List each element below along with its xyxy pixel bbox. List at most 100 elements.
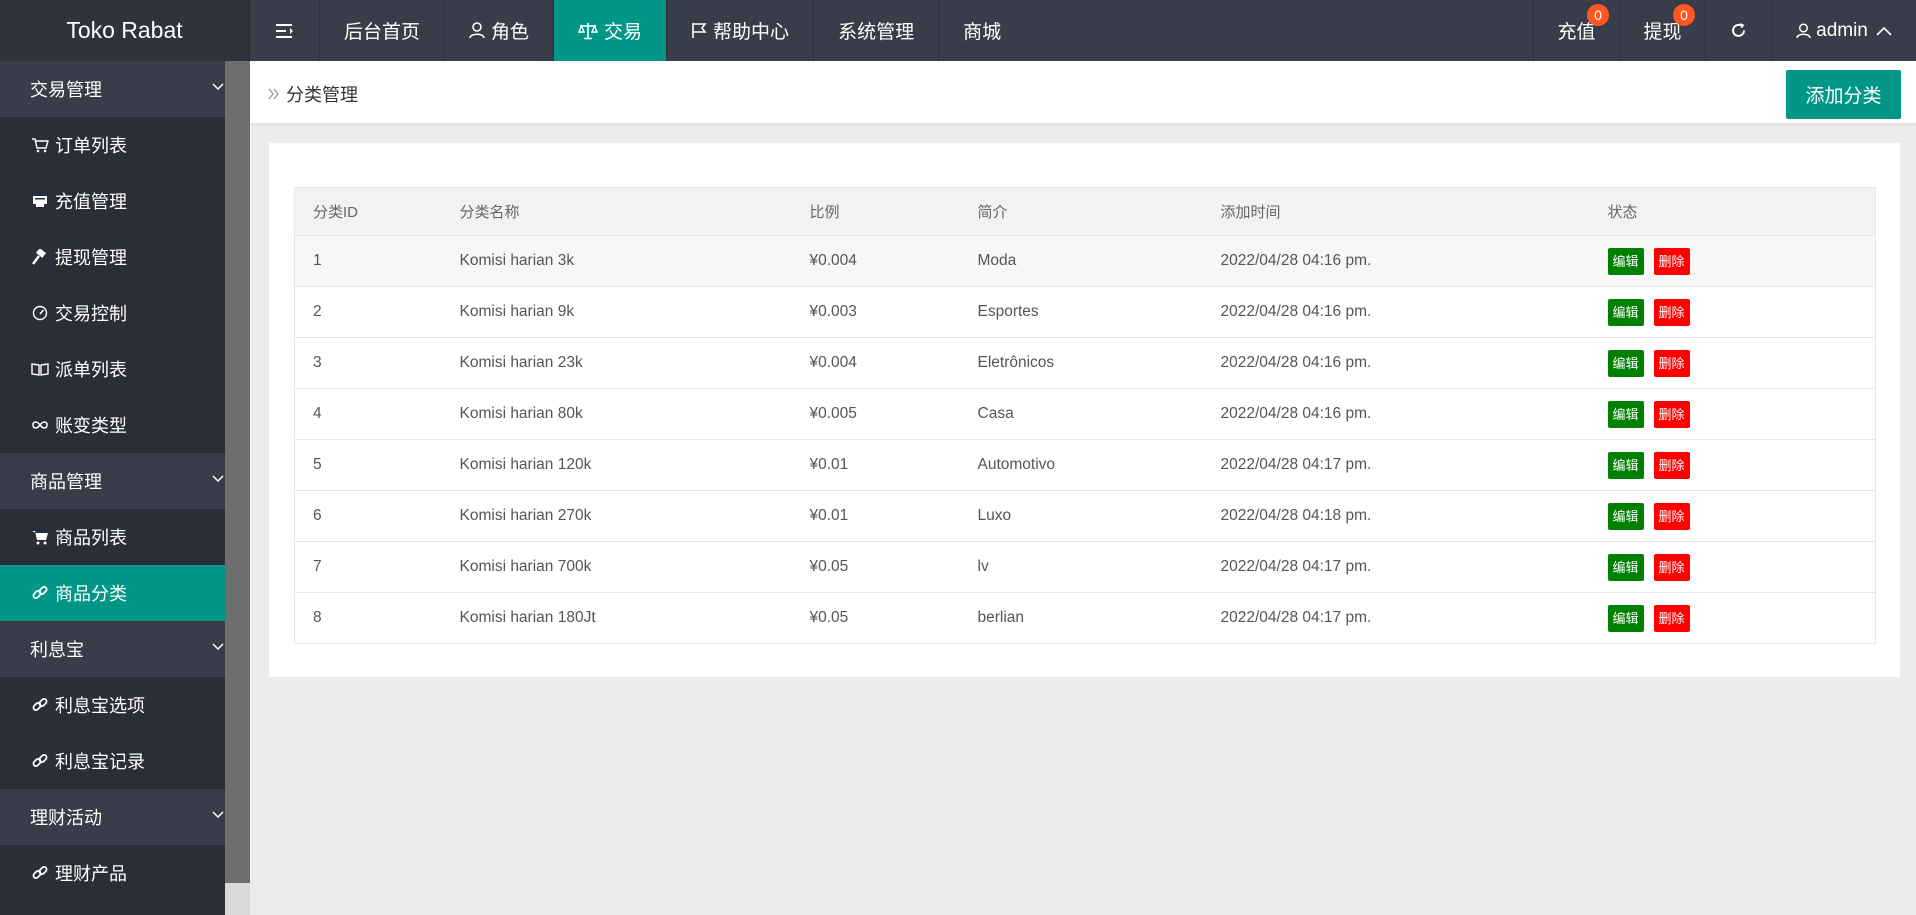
user-menu[interactable]: admin [1771, 0, 1916, 61]
cell-id: 1 [294, 235, 460, 287]
cell-time: 2022/04/28 04:16 pm. [1220, 286, 1608, 338]
table-row: 7 Komisi harian 700k ¥0.05 lv 2022/04/28… [294, 541, 1876, 593]
sidebar-item-label: 理财产品 [55, 864, 127, 884]
cell-ratio: ¥0.004 [809, 235, 978, 287]
cell-id: 5 [294, 439, 460, 491]
delete-button[interactable]: 删除 [1653, 298, 1690, 326]
sidebar-scrollbar-thumb[interactable] [225, 61, 250, 883]
edit-button[interactable]: 编辑 [1607, 553, 1644, 581]
nav-help[interactable]: 帮助中心 [667, 0, 815, 61]
sidebar-item-goods-list[interactable]: 商品列表 [0, 509, 225, 565]
sidebar-item-finance-products[interactable]: 理财产品 [0, 845, 225, 901]
flag-icon [692, 23, 707, 38]
table-header-row: 分类ID 分类名称 比例 简介 添加时间 状态 [294, 187, 1876, 236]
cell-name: Komisi harian 700k [459, 541, 810, 593]
app-logo: Toko Rabat [0, 0, 250, 61]
book-icon [31, 363, 49, 376]
table-row: 2 Komisi harian 9k ¥0.003 Esportes 2022/… [294, 286, 1876, 338]
recharge-link[interactable]: 充值 0 [1533, 0, 1619, 61]
cell-desc: Luxo [977, 490, 1221, 542]
delete-button[interactable]: 删除 [1653, 604, 1690, 632]
withdraw-link[interactable]: 提现 0 [1619, 0, 1705, 61]
nav-home-label: 后台首页 [344, 22, 421, 43]
delete-button[interactable]: 删除 [1653, 553, 1690, 581]
nav-role-label: 角色 [491, 22, 530, 43]
sidebar-item-withdraw[interactable]: 提现管理 [0, 229, 225, 285]
cell-desc: Esportes [977, 286, 1221, 338]
breadcrumb-bar: 分类管理 添加分类 [250, 61, 1916, 123]
cell-id: 4 [294, 388, 460, 440]
cell-ratio: ¥0.01 [809, 439, 978, 491]
sidebar-item-orders[interactable]: 订单列表 [0, 117, 225, 173]
edit-button[interactable]: 编辑 [1607, 349, 1644, 377]
nav-mall-label: 商城 [963, 22, 1002, 43]
scale-icon [578, 22, 599, 39]
sidebar-group-label: 交易管理 [30, 80, 102, 100]
sidebar-item-dispatch[interactable]: 派单列表 [0, 341, 225, 397]
cell-actions: 编辑 删除 [1607, 541, 1876, 593]
sidebar-item-label: 账变类型 [55, 416, 127, 436]
cell-desc: Eletrônicos [977, 337, 1221, 389]
sidebar-group-label: 商品管理 [30, 472, 102, 492]
nav-mall[interactable]: 商城 [939, 0, 1025, 61]
sidebar-group-finance[interactable]: 理财活动 [0, 789, 225, 845]
sidebar-group-goods[interactable]: 商品管理 [0, 453, 225, 509]
sidebar-item-goods-category[interactable]: 商品分类 [0, 565, 225, 621]
sidebar-item-label: 利息宝记录 [55, 752, 145, 772]
sidebar-item-interest-records[interactable]: 利息宝记录 [0, 733, 225, 789]
add-category-button[interactable]: 添加分类 [1786, 70, 1901, 119]
sidebar-item-trade-control[interactable]: 交易控制 [0, 285, 225, 341]
cell-ratio: ¥0.05 [809, 592, 978, 644]
top-right-actions: 充值 0 提现 0 admin [1533, 0, 1916, 61]
sidebar-item-label: 订单列表 [55, 136, 127, 156]
edit-button[interactable]: 编辑 [1607, 247, 1644, 275]
double-chevron-right-icon [268, 88, 279, 100]
delete-button[interactable]: 删除 [1653, 502, 1690, 530]
cell-actions: 编辑 删除 [1607, 286, 1876, 338]
nav-trade[interactable]: 交易 [554, 0, 668, 61]
sidebar-item-label: 派单列表 [55, 360, 127, 380]
hammer-icon [32, 249, 46, 265]
cell-time: 2022/04/28 04:17 pm. [1220, 439, 1608, 491]
delete-button[interactable]: 删除 [1653, 400, 1690, 428]
menu-toggle-button[interactable] [250, 0, 320, 61]
edit-button[interactable]: 编辑 [1607, 502, 1644, 530]
link-icon [32, 866, 48, 879]
edit-button[interactable]: 编辑 [1607, 604, 1644, 632]
cell-actions: 编辑 删除 [1607, 388, 1876, 440]
sidebar-item-label: 商品分类 [55, 584, 127, 604]
cell-time: 2022/04/28 04:18 pm. [1220, 490, 1608, 542]
table-row: 5 Komisi harian 120k ¥0.01 Automotivo 20… [294, 439, 1876, 491]
cell-desc: lv [977, 541, 1221, 593]
top-nav: 后台首页 角色 交易 帮助中心 系统管理 商城 [250, 0, 1025, 61]
refresh-button[interactable] [1705, 0, 1771, 61]
category-table-card: 分类ID 分类名称 比例 简介 添加时间 状态 1 Komisi harian … [269, 143, 1900, 677]
cell-ratio: ¥0.01 [809, 490, 978, 542]
nav-role[interactable]: 角色 [445, 0, 555, 61]
cell-ratio: ¥0.003 [809, 286, 978, 338]
edit-button[interactable]: 编辑 [1607, 298, 1644, 326]
delete-button[interactable]: 删除 [1653, 451, 1690, 479]
sidebar-group-trade[interactable]: 交易管理 [0, 61, 225, 117]
sidebar-item-interest-options[interactable]: 利息宝选项 [0, 677, 225, 733]
sidebar-group-interest[interactable]: 利息宝 [0, 621, 225, 677]
cell-name: Komisi harian 270k [459, 490, 810, 542]
cell-name: Komisi harian 23k [459, 337, 810, 389]
cell-ratio: ¥0.05 [809, 541, 978, 593]
gauge-icon [32, 305, 48, 321]
edit-button[interactable]: 编辑 [1607, 451, 1644, 479]
link-icon [32, 698, 48, 711]
sidebar-item-recharge[interactable]: 充值管理 [0, 173, 225, 229]
sidebar-item-account-change[interactable]: 账变类型 [0, 397, 225, 453]
delete-button[interactable]: 删除 [1653, 349, 1690, 377]
delete-button[interactable]: 删除 [1653, 247, 1690, 275]
user-icon [469, 22, 485, 39]
edit-button[interactable]: 编辑 [1607, 400, 1644, 428]
nav-home[interactable]: 后台首页 [320, 0, 446, 61]
recharge-badge: 0 [1587, 4, 1609, 26]
nav-system[interactable]: 系统管理 [814, 0, 940, 61]
sidebar-item-label: 交易控制 [55, 304, 127, 324]
cell-desc: Casa [977, 388, 1221, 440]
refresh-icon [1732, 23, 1745, 37]
user-name: admin [1816, 19, 1868, 41]
